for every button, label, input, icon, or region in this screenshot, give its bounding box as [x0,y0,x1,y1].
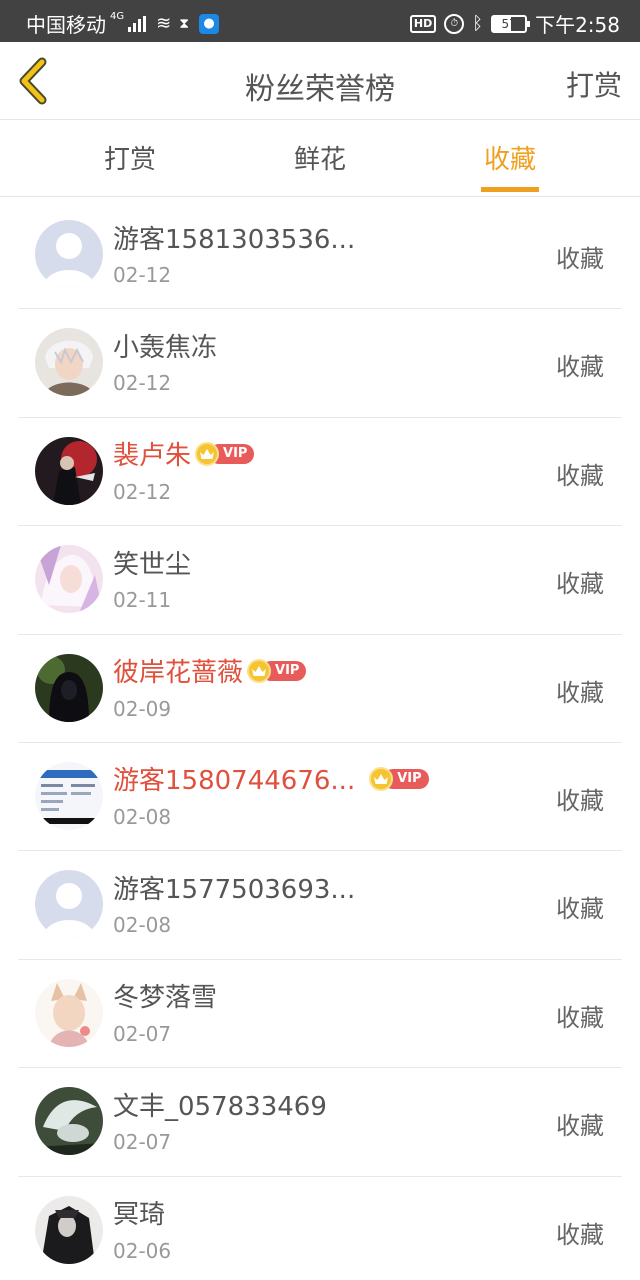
signal-icon [128,15,147,32]
crown-icon [369,766,394,791]
fan-name: 游客1581303536... [113,224,356,255]
fan-date: 02-07 [113,1021,172,1046]
fan-date: 02-09 [113,696,172,721]
fan-action-label: 收藏 [556,678,604,707]
page-title: 粉丝荣誉榜 [245,72,395,107]
list-item[interactable]: 彼岸花蔷薇 VIP 02-09 收藏 [18,635,622,743]
tab-flowers[interactable]: 鲜花 [260,139,380,197]
fan-action-label: 收藏 [556,1112,604,1141]
list-item[interactable]: 文丰_057833469 02-07 收藏 [18,1068,622,1177]
fan-date: 02-12 [113,371,172,396]
nav-bar: 粉丝荣誉榜 打赏 [0,42,640,120]
network-type-label: 4G [110,11,125,22]
fan-action-label: 收藏 [556,1003,604,1032]
vip-badge: VIP [195,441,255,466]
name-line: 游客1580744676... VIP [113,761,429,797]
tab-bar: 打赏 鲜花 收藏 [0,121,640,197]
name-line: 游客1581303536... [113,219,355,255]
fan-name: 裴卢朱 [113,441,192,472]
carrier-label: 中国移动 [26,13,106,37]
name-line: 冥琦 [113,1195,165,1231]
wifi-icon: ≋ [156,13,172,34]
list-item[interactable]: 冬梦落雪 02-07 收藏 [18,960,622,1069]
list-item[interactable]: 游客1577503693... 02-08 收藏 [18,851,622,960]
fan-action-label: 收藏 [556,570,604,599]
list-item[interactable]: 裴卢朱 VIP 02-12 收藏 [18,418,622,527]
fan-date: 02-08 [113,804,172,829]
avatar[interactable] [35,978,103,1047]
battery-level: 57 [501,16,517,31]
battery-icon: 57 [491,14,531,33]
vip-badge: VIP [247,658,307,683]
avatar[interactable] [35,436,103,505]
fan-name: 彼岸花蔷薇 [113,658,244,689]
fan-action-label: 收藏 [556,786,604,815]
fan-date: 02-06 [113,1238,172,1263]
bluetooth-icon: ᛒ [472,13,484,34]
avatar[interactable] [35,1195,103,1264]
fan-date: 02-11 [113,588,172,613]
fan-action-label: 收藏 [556,1220,604,1249]
list-item[interactable]: 小轰焦冻 02-12 收藏 [18,309,622,418]
fan-list: 游客1581303536... 02-12 收藏 小轰焦冻 02-12 收藏 裴卢朱 VIP 0… [18,201,622,1280]
clock: 下午2:58 [535,13,620,37]
status-right: HD ⏱ ᛒ 57 下午2:58 [409,9,620,38]
vip-badge: VIP [369,766,429,791]
reward-button[interactable]: 打赏 [566,64,622,104]
name-line: 彼岸花蔷薇 VIP [113,653,307,689]
name-line: 冬梦落雪 [113,978,217,1014]
fan-action-label: 收藏 [556,895,604,924]
fan-date: 02-08 [113,913,172,938]
fan-action-label: 收藏 [556,245,604,273]
fan-name: 游客1580744676... [113,766,356,797]
fan-name: 游客1577503693... [113,874,356,905]
fan-date: 02-07 [113,1130,172,1155]
status-bar: 中国移动 4G ≋ ⧗ ● HD ⏱ ᛒ 57 下午2:58 [0,0,640,42]
fan-date: 02-12 [113,263,172,287]
name-line: 游客1577503693... [113,869,355,905]
avatar[interactable] [35,1087,103,1156]
name-line: 裴卢朱 VIP [113,436,255,472]
name-line: 小轰焦冻 [113,327,217,363]
fan-date: 02-12 [113,479,172,504]
hd-icon: HD [409,14,437,33]
list-item[interactable]: 游客1580744676... VIP 02-08 收藏 [18,743,622,852]
avatar[interactable] [35,653,103,722]
crown-icon [195,441,220,466]
list-item[interactable]: 笑世尘 02-11 收藏 [18,526,622,635]
crown-icon [247,658,272,683]
fan-name: 笑世尘 [113,549,192,580]
fan-name: 冥琦 [113,1200,166,1231]
avatar[interactable] [35,761,103,830]
avatar[interactable] [35,220,103,288]
fan-name: 冬梦落雪 [113,983,218,1014]
fan-name: 文丰_057833469 [113,1091,327,1122]
avatar[interactable] [35,870,103,939]
fan-action-label: 收藏 [556,461,604,490]
back-button[interactable] [14,56,58,106]
list-item[interactable]: 冥琦 02-06 收藏 [18,1177,622,1280]
tab-favorites[interactable]: 收藏 [450,139,570,197]
avatar[interactable] [35,545,103,614]
fan-name: 小轰焦冻 [113,332,218,363]
fan-action-label: 收藏 [556,353,604,382]
name-line: 笑世尘 [113,544,191,580]
list-item[interactable]: 游客1581303536... 02-12 收藏 [18,201,622,310]
alarm-icon: ⏱ [444,13,465,34]
avatar[interactable] [35,328,103,397]
shield-icon: ● [199,13,220,34]
tab-reward[interactable]: 打赏 [70,139,190,197]
chevron-left-icon [19,57,47,105]
hourglass-icon: ⧗ [179,15,190,32]
name-line: 文丰_057833469 [113,1086,327,1122]
status-left: 中国移动 4G ≋ ⧗ ● [26,9,220,38]
